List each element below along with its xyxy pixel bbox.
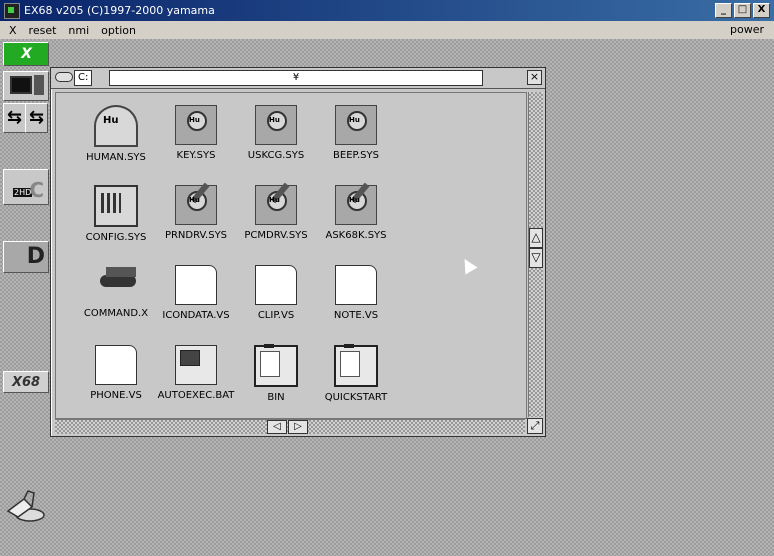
bat-icon	[175, 345, 217, 385]
monitor-shape	[10, 76, 32, 94]
scroll-right-button[interactable]: ▷	[288, 420, 308, 434]
swap-right-icon[interactable]: ⇆	[25, 103, 48, 133]
window-titlebar: EX68 v205 (C)1997-2000 yamama _ □ X	[0, 0, 774, 21]
file-icon-ask68k-sys[interactable]: ASK68K.SYS	[316, 182, 396, 251]
pen-shape	[190, 182, 210, 204]
menu-reset[interactable]: reset	[23, 24, 63, 37]
x68-logo-text: X	[21, 46, 32, 62]
config-icon	[94, 185, 138, 227]
drive-d-icon[interactable]: D	[3, 241, 49, 273]
scroll-left-button[interactable]: ◁	[267, 420, 287, 434]
minimize-button[interactable]: _	[715, 3, 732, 18]
file-name: PCMDRV.SYS	[244, 230, 308, 241]
scroll-down-button[interactable]: ▽	[529, 248, 543, 268]
file-name: BIN	[267, 392, 285, 403]
file-window: C: ¥ × HUMAN.SYS KEY.SYS USKCG.SYS BEEP.SYS…	[50, 67, 546, 437]
file-icon-bin[interactable]: BIN	[236, 344, 316, 411]
file-name: QUICKSTART	[324, 392, 388, 403]
file-icon-beep-sys[interactable]: BEEP.SYS	[316, 105, 396, 171]
case-shape	[34, 75, 44, 95]
file-name: CONFIG.SYS	[85, 232, 147, 243]
computer-icon[interactable]	[3, 71, 49, 101]
menubar: X reset nmi option power	[0, 21, 774, 39]
plate-icon	[255, 105, 297, 145]
file-icon-prndrv-sys[interactable]: PRNDRV.SYS	[156, 182, 236, 251]
file-name: COMMAND.X	[83, 308, 149, 319]
file-icon-phone-vs[interactable]: PHONE.VS	[76, 345, 156, 411]
menu-option[interactable]: option	[95, 24, 142, 37]
trash-icon[interactable]	[4, 485, 48, 525]
floppy-drive-icon[interactable]: 2HD C	[3, 169, 49, 205]
doc-icon	[95, 345, 137, 385]
file-icon-config-sys[interactable]: CONFIG.SYS	[76, 185, 156, 251]
doc-icon	[335, 265, 377, 305]
file-icon-icondata-vs[interactable]: ICONDATA.VS	[156, 265, 236, 331]
swap-left-icon[interactable]: ⇆	[3, 103, 26, 133]
file-name: USKCG.SYS	[247, 150, 305, 161]
file-window-close-button[interactable]: ×	[527, 70, 542, 85]
app-icon[interactable]	[4, 2, 20, 19]
file-icon-key-sys[interactable]: KEY.SYS	[156, 105, 236, 171]
file-name: ICONDATA.VS	[162, 310, 230, 321]
drive-selector-icon[interactable]	[55, 72, 73, 82]
file-icon-quickstart[interactable]: QUICKSTART	[316, 344, 396, 411]
file-icon-clip-vs[interactable]: CLIP.VS	[236, 265, 316, 331]
file-icon-uskcg-sys[interactable]: USKCG.SYS	[236, 105, 316, 171]
drive-label[interactable]: C:	[74, 70, 93, 86]
x68-bottom-logo[interactable]: X68	[3, 371, 49, 393]
plate-pen-icon	[175, 182, 217, 225]
file-name: PHONE.VS	[90, 390, 142, 401]
close-button[interactable]: X	[753, 3, 770, 18]
menu-nmi[interactable]: nmi	[62, 24, 95, 37]
plate-icon	[335, 105, 377, 145]
file-name: KEY.SYS	[176, 150, 216, 161]
desktop: X ⇆ ⇆ 2HD C D X68 C: ¥ × HUMAN.SYS KEY.SY…	[0, 39, 774, 556]
menu-power[interactable]: power	[730, 23, 764, 36]
file-icon-pcmdrv-sys[interactable]: PCMDRV.SYS	[236, 182, 316, 251]
plate-pen-icon	[335, 182, 377, 225]
x68-bottom-logo-text: X68	[11, 374, 41, 390]
doc-icon	[175, 265, 217, 305]
plate-icon	[175, 105, 217, 145]
file-name: AUTOEXEC.BAT	[157, 390, 235, 401]
file-icon-command-x[interactable]: COMMAND.X	[76, 265, 156, 331]
file-window-titlebar: C: ¥ ×	[51, 68, 545, 89]
window-controls: _ □ X	[715, 3, 770, 18]
file-name: PRNDRV.SYS	[164, 230, 228, 241]
menu-x[interactable]: X	[0, 24, 23, 37]
tank-icon	[96, 265, 136, 303]
resize-icon[interactable]: ⤢	[527, 418, 543, 434]
file-icon-autoexec-bat[interactable]: AUTOEXEC.BAT	[156, 345, 236, 411]
pen-shape	[350, 182, 370, 204]
pen-shape	[270, 182, 290, 204]
scroll-up-button[interactable]: △	[529, 228, 543, 248]
file-list: HUMAN.SYS KEY.SYS USKCG.SYS BEEP.SYS CONFIG.…	[55, 92, 527, 419]
folder-icon	[334, 344, 378, 387]
floppy-drive-letter: C	[29, 178, 44, 202]
plate-pen-icon	[255, 182, 297, 225]
file-name: BEEP.SYS	[333, 150, 379, 161]
path-field[interactable]: ¥	[109, 70, 483, 86]
maximize-button[interactable]: □	[734, 3, 751, 18]
window-title: EX68 v205 (C)1997-2000 yamama	[24, 4, 215, 17]
file-name: ASK68K.SYS	[325, 230, 387, 241]
file-name: HUMAN.SYS	[86, 152, 146, 163]
vertical-scrollbar[interactable]: △ ▽	[528, 92, 543, 417]
horizontal-scrollbar[interactable]: ◁ ▷	[55, 419, 525, 434]
file-name: CLIP.VS	[257, 310, 295, 321]
file-icon-note-vs[interactable]: NOTE.VS	[316, 265, 396, 331]
human-icon	[94, 105, 138, 147]
doc-icon	[255, 265, 297, 305]
file-name: NOTE.VS	[333, 310, 379, 321]
x68-logo-button[interactable]: X	[3, 42, 49, 66]
file-icon-human-sys[interactable]: HUMAN.SYS	[76, 105, 156, 171]
folder-icon	[254, 344, 298, 387]
drive-d-letter: D	[26, 244, 45, 269]
